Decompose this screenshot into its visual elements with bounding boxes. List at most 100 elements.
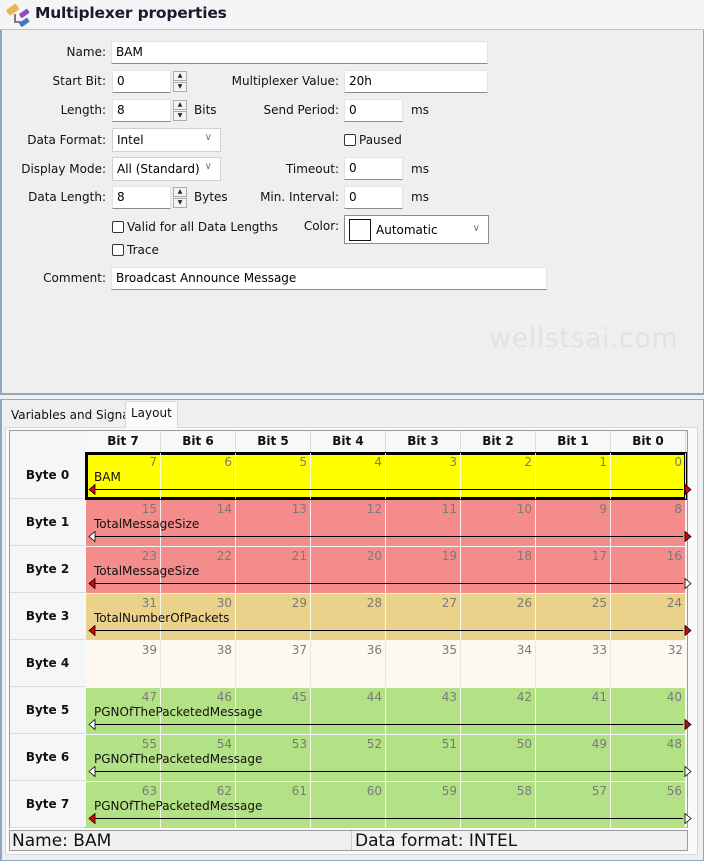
spin-up-icon[interactable]: ▲ (173, 100, 187, 110)
bit-cell[interactable]: 48 (611, 735, 686, 781)
bit-cell[interactable]: 26 (461, 594, 536, 640)
byte-row[interactable]: 47 46 45 44 43 42 41 40 PGNOfThePacketedMessage (86, 688, 692, 734)
bit-cell[interactable]: 3 (386, 453, 461, 499)
bit-cell[interactable]: 0 (611, 453, 686, 499)
multiplexer-value-input[interactable]: 20h (344, 70, 488, 93)
bit-cell[interactable]: 50 (461, 735, 536, 781)
start-bit-label: Start Bit: (52, 74, 106, 88)
signal-name[interactable]: TotalMessageSize (94, 564, 199, 578)
comment-input[interactable]: Broadcast Announce Message (111, 267, 547, 290)
spin-down-icon[interactable]: ▼ (173, 82, 187, 92)
bit-cell[interactable]: 17 (536, 547, 611, 593)
bit-cell[interactable]: 1 (536, 453, 611, 499)
signal-name[interactable]: PGNOfThePacketedMessage (94, 705, 262, 719)
bit-number: 34 (516, 643, 532, 657)
bit-cell[interactable]: 59 (386, 782, 461, 828)
spin-up-icon[interactable]: ▲ (173, 71, 187, 81)
bit-cell[interactable]: 57 (536, 782, 611, 828)
signal-span-line (90, 818, 683, 819)
bit-cell[interactable]: 42 (461, 688, 536, 734)
bit-number: 37 (291, 643, 307, 657)
bit-cell[interactable]: 9 (536, 500, 611, 546)
bit-cell[interactable]: 29 (236, 594, 311, 640)
spin-down-icon[interactable]: ▼ (173, 111, 187, 121)
byte-row[interactable]: 7 6 5 4 3 2 1 0 BAM (85, 452, 692, 500)
bit-cell[interactable]: 25 (536, 594, 611, 640)
length-input[interactable]: 8 (112, 99, 171, 122)
bit-cell[interactable]: 21 (236, 547, 311, 593)
bit-cell[interactable]: 60 (311, 782, 386, 828)
start-bit-spinner[interactable]: ▲ ▼ (173, 71, 187, 92)
bit-cell[interactable]: 36 (311, 641, 386, 687)
start-bit-input[interactable]: 0 (112, 70, 171, 93)
bit-cell[interactable]: 6 (161, 453, 236, 499)
byte-row[interactable]: 23 22 21 20 19 18 17 16 TotalMessageSize (86, 547, 692, 593)
spin-up-icon[interactable]: ▲ (173, 187, 187, 197)
bit-cell[interactable]: 20 (311, 547, 386, 593)
signal-name[interactable]: TotalNumberOfPackets (94, 611, 229, 625)
signal-name[interactable]: PGNOfThePacketedMessage (94, 752, 262, 766)
bit-cell[interactable]: 34 (461, 641, 536, 687)
byte-row[interactable]: 15 14 13 12 11 10 9 8 TotalMessageSize (86, 500, 692, 546)
send-period-input[interactable]: 0 (344, 99, 403, 122)
checkbox-box[interactable] (112, 244, 124, 256)
checkbox-box[interactable] (344, 134, 356, 146)
bit-cell[interactable]: 13 (236, 500, 311, 546)
byte-label: Byte 4 (10, 640, 85, 687)
bit-number: 42 (516, 690, 532, 704)
data-length-input[interactable]: 8 (112, 186, 171, 209)
bit-cell[interactable]: 37 (236, 641, 311, 687)
bit-cell[interactable]: 16 (611, 547, 686, 593)
data-format-select[interactable]: Intel ∨ (112, 128, 221, 152)
bit-cell[interactable]: 32 (611, 641, 686, 687)
bit-cell[interactable]: 41 (536, 688, 611, 734)
min-interval-input[interactable]: 0 (344, 186, 403, 209)
bit-cell[interactable]: 24 (611, 594, 686, 640)
bit-cell[interactable]: 52 (311, 735, 386, 781)
tab-layout[interactable]: Layout (125, 401, 178, 428)
byte-label: Byte 1 (10, 499, 85, 546)
bit-cell[interactable]: 11 (386, 500, 461, 546)
bit-cell[interactable]: 12 (311, 500, 386, 546)
length-spinner[interactable]: ▲ ▼ (173, 100, 187, 121)
bit-cell[interactable]: 39 (86, 641, 161, 687)
color-select[interactable]: Automatic ∨ (344, 215, 489, 244)
bit-cell[interactable]: 40 (611, 688, 686, 734)
name-input[interactable]: BAM (111, 41, 488, 64)
bit-number: 36 (366, 643, 382, 657)
bit-cell[interactable]: 27 (386, 594, 461, 640)
bit-number: 51 (441, 737, 457, 751)
byte-row[interactable]: 63 62 61 60 59 58 57 56 PGNOfThePacketedMessage (86, 782, 692, 828)
bit-cell[interactable]: 44 (311, 688, 386, 734)
bit-cell[interactable]: 4 (311, 453, 386, 499)
bit-cell[interactable]: 38 (161, 641, 236, 687)
bit-cell[interactable]: 58 (461, 782, 536, 828)
bit-cell[interactable]: 43 (386, 688, 461, 734)
byte-row[interactable]: 55 54 53 52 51 50 49 48 PGNOfThePacketedMessage (86, 735, 692, 781)
bit-cell[interactable]: 28 (311, 594, 386, 640)
timeout-input[interactable]: 0 (344, 157, 403, 180)
bit-cell[interactable]: 18 (461, 547, 536, 593)
signal-name[interactable]: PGNOfThePacketedMessage (94, 799, 262, 813)
byte-row[interactable]: 31 30 29 28 27 26 25 24 TotalNumberOfPackets (86, 594, 692, 640)
bit-cell[interactable]: 33 (536, 641, 611, 687)
signal-name[interactable]: TotalMessageSize (94, 517, 199, 531)
checkbox-box[interactable] (112, 221, 124, 233)
paused-checkbox[interactable]: Paused (344, 133, 402, 147)
bit-cell[interactable]: 35 (386, 641, 461, 687)
bit-cell[interactable]: 56 (611, 782, 686, 828)
bit-number: 57 (591, 784, 607, 798)
tab-variables-and-signals[interactable]: Variables and Signals (6, 403, 144, 427)
bit-cell[interactable]: 5 (236, 453, 311, 499)
bit-cell[interactable]: 2 (461, 453, 536, 499)
bit-cell[interactable]: 19 (386, 547, 461, 593)
bit-cell[interactable]: 51 (386, 735, 461, 781)
spin-down-icon[interactable]: ▼ (173, 198, 187, 208)
data-length-spinner[interactable]: ▲ ▼ (173, 187, 187, 208)
signal-name[interactable]: BAM (94, 470, 121, 484)
bit-cell[interactable]: 8 (611, 500, 686, 546)
bit-cell[interactable]: 10 (461, 500, 536, 546)
bit-cell[interactable]: 49 (536, 735, 611, 781)
trace-checkbox[interactable]: Trace (112, 243, 159, 257)
byte-row: 39 38 37 36 35 34 33 32 (86, 641, 686, 687)
